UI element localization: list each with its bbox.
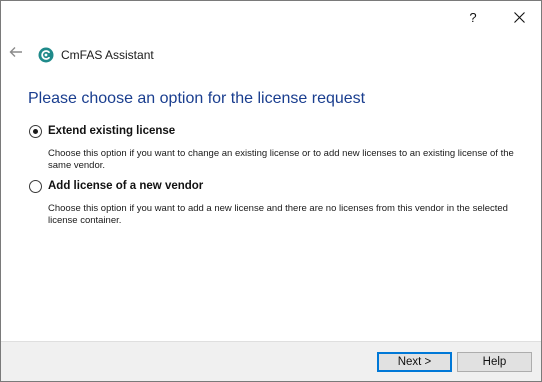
app-title: CmFAS Assistant [61,48,154,62]
help-button[interactable]: Help [457,352,532,372]
option-radio-extend[interactable] [29,125,42,138]
cmfas-logo-icon [38,47,54,63]
back-button[interactable] [7,44,25,64]
help-label: ? [469,9,477,25]
option-label[interactable]: Extend existing license [48,124,175,138]
back-arrow-icon [9,45,23,63]
page-title: Please choose an option for the license … [28,90,366,107]
option-description: Choose this option if you want to add a … [48,203,508,226]
title-bar: ? [1,1,541,33]
next-button[interactable]: Next > [377,352,452,372]
close-icon [513,11,525,23]
footer-bar: Next > Help [1,341,541,381]
option-description: Choose this option if you want to change… [48,148,514,171]
option-radio-new-vendor[interactable] [29,180,42,193]
assistant-header: CmFAS Assistant [1,41,541,69]
assistant-window: ? CmFAS Assistant Please choose an optio… [0,0,542,382]
titlebar-help-button[interactable]: ? [450,1,496,33]
titlebar-close-button[interactable] [496,1,541,33]
option-label[interactable]: Add license of a new vendor [48,179,203,193]
